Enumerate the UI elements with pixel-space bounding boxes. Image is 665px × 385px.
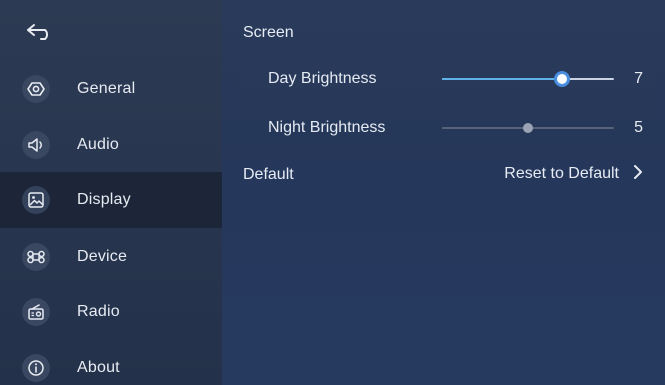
sidebar-item-label: General — [77, 80, 136, 97]
command-key-icon — [22, 243, 50, 271]
settings-hexagon-icon — [22, 75, 50, 103]
day-brightness-label: Day Brightness — [268, 70, 377, 87]
settings-screen: General Audio Display Device Radio About… — [0, 0, 665, 385]
picture-icon — [22, 186, 50, 214]
sidebar-item-label: Device — [77, 248, 128, 265]
sidebar-item-general[interactable]: General — [0, 61, 222, 117]
day-brightness-value: 7 — [634, 70, 643, 87]
default-label: Default — [243, 166, 294, 183]
sidebar-item-display[interactable]: Display — [0, 172, 222, 228]
chevron-right-icon — [633, 164, 643, 185]
night-brightness-label: Night Brightness — [268, 119, 386, 136]
info-icon — [22, 354, 50, 382]
back-arrow-icon — [25, 22, 55, 47]
sidebar-item-audio[interactable]: Audio — [0, 117, 222, 173]
night-brightness-value: 5 — [634, 119, 643, 136]
slider-fill — [442, 127, 528, 129]
sidebar-item-about[interactable]: About — [0, 340, 222, 385]
sidebar-item-radio[interactable]: Radio — [0, 284, 222, 340]
sidebar-item-label: About — [77, 359, 120, 376]
speaker-icon — [22, 131, 50, 159]
day-brightness-slider[interactable] — [442, 71, 614, 87]
sidebar-item-device[interactable]: Device — [0, 229, 222, 285]
section-title: Screen — [243, 24, 294, 41]
main-panel: Screen Day Brightness 7 Night Brightness… — [222, 0, 665, 385]
night-brightness-row: Night Brightness 5 — [238, 106, 657, 150]
sidebar-item-label: Display — [77, 191, 131, 208]
sidebar-item-label: Radio — [77, 303, 120, 320]
sidebar: General Audio Display Device Radio About — [0, 0, 222, 385]
slider-knob[interactable] — [523, 123, 533, 133]
day-brightness-row: Day Brightness 7 — [238, 57, 657, 101]
night-brightness-slider[interactable] — [442, 120, 614, 136]
radio-icon — [22, 298, 50, 326]
slider-knob[interactable] — [554, 71, 571, 87]
slider-fill — [442, 78, 563, 80]
reset-to-default-button[interactable]: Reset to Default — [504, 163, 643, 185]
reset-to-default-label: Reset to Default — [504, 165, 619, 182]
back-button[interactable] — [22, 20, 58, 48]
sidebar-item-label: Audio — [77, 136, 119, 153]
